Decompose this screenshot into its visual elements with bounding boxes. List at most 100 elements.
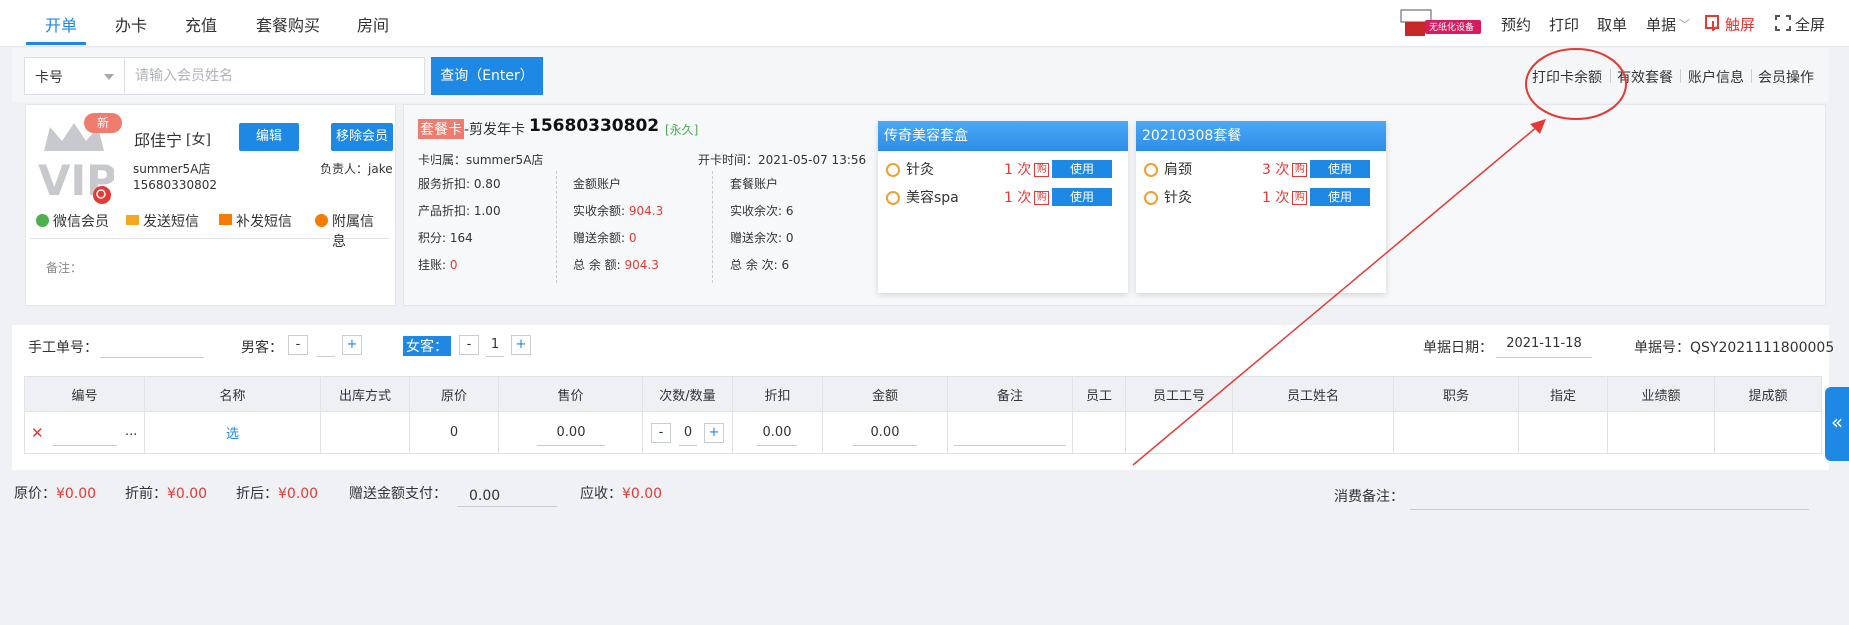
- service-discount: 服务折扣: 0.80: [418, 177, 501, 191]
- documents-menu[interactable]: 单据: [1646, 14, 1676, 35]
- package-item: 针灸 1 次购 使用: [1144, 187, 1378, 209]
- column-header: 名称: [144, 376, 321, 412]
- total-remaining-times: 总 余 次: 6: [730, 258, 790, 272]
- amount-input[interactable]: 0.00: [853, 420, 917, 446]
- amount-due: 应收：¥0.00: [580, 486, 663, 502]
- fullscreen-link[interactable]: 全屏: [1795, 14, 1825, 35]
- package-item-count: 1 次购: [1004, 159, 1050, 179]
- performance-cell: [1607, 411, 1715, 454]
- use-button[interactable]: 使用: [1052, 160, 1112, 178]
- post-discount-total: 折后：¥0.00: [236, 486, 319, 502]
- quantity-cell: - 0 +: [642, 411, 733, 454]
- buy-tag: 购: [1292, 163, 1308, 177]
- package-item-name: 美容spa: [906, 190, 959, 206]
- tab-recharge[interactable]: 充值: [185, 12, 217, 36]
- touch-icon: [1705, 15, 1721, 32]
- search-type-select[interactable]: 卡号: [24, 57, 124, 95]
- member-operations-link[interactable]: 会员操作: [1758, 67, 1814, 87]
- card-type-tag: 套餐卡: [418, 119, 464, 139]
- gift-remaining-times: 赠送余次: 0: [730, 231, 794, 245]
- original-price-cell: 0: [409, 411, 499, 454]
- remove-member-button[interactable]: 移除会员: [331, 123, 393, 151]
- package-item-count: 1 次购: [1004, 187, 1050, 207]
- package-item: 美容spa 1 次购 使用: [886, 187, 1120, 209]
- delete-row-icon[interactable]: ✕: [31, 424, 44, 442]
- qty-minus-button[interactable]: -: [651, 423, 671, 443]
- owner-label: 负责人：jake: [320, 162, 393, 176]
- female-count-field[interactable]: 1: [486, 337, 504, 357]
- gift-payment-input[interactable]: 0.00: [457, 481, 557, 507]
- use-button[interactable]: 使用: [1310, 160, 1370, 178]
- table-header-row: 编号 名称 出库方式 原价 售价 次数/数量 折扣 金额 备注 员工 员工工号 …: [24, 376, 1822, 412]
- package-item-count: 1 次购: [1262, 187, 1308, 207]
- package-item: 肩颈 3 次购 使用: [1144, 159, 1378, 181]
- column-header: 员工: [1072, 376, 1126, 412]
- consumption-remark-input[interactable]: [1410, 486, 1809, 510]
- item-code-input[interactable]: [53, 420, 117, 446]
- choose-item-link[interactable]: 选: [144, 411, 321, 454]
- new-member-badge: 新: [84, 113, 122, 133]
- wechat-member-link[interactable]: 微信会员: [53, 211, 109, 231]
- valid-packages-link[interactable]: 有效套餐: [1617, 67, 1673, 87]
- touch-screen-link[interactable]: 触屏: [1725, 14, 1755, 35]
- qty-plus-button[interactable]: +: [704, 423, 724, 443]
- edit-member-button[interactable]: 编辑: [239, 123, 299, 151]
- card-type-name: -剪发年卡: [464, 122, 526, 138]
- resend-sms-link[interactable]: 补发短信: [236, 211, 292, 231]
- row-remark-input[interactable]: [954, 420, 1066, 446]
- card-validity: [永久]: [665, 123, 699, 137]
- total-balance: 总 余 额: 904.3: [573, 258, 659, 272]
- male-plus-button[interactable]: +: [342, 335, 362, 355]
- product-discount: 产品折扣: 1.00: [418, 204, 501, 218]
- male-minus-button[interactable]: -: [288, 335, 308, 355]
- sale-price-input[interactable]: 0.00: [537, 420, 605, 446]
- tab-card-issue[interactable]: 办卡: [115, 12, 147, 36]
- tab-room[interactable]: 房间: [357, 12, 389, 36]
- package-title: 传奇美容套盒: [878, 121, 1128, 151]
- take-order-link[interactable]: 取单: [1597, 14, 1627, 35]
- tab-billing[interactable]: 开单: [45, 12, 77, 36]
- manual-no-input[interactable]: [100, 338, 204, 358]
- discount-cell: 0.00: [732, 411, 823, 454]
- female-minus-button[interactable]: -: [459, 335, 479, 355]
- service-icon: [1144, 163, 1158, 177]
- side-panel-toggle[interactable]: «: [1825, 387, 1849, 461]
- use-button[interactable]: 使用: [1310, 188, 1370, 206]
- attached-info-link[interactable]: 附属信息: [332, 211, 386, 251]
- member-phone: 15680330802: [133, 178, 217, 192]
- female-plus-button[interactable]: +: [511, 335, 531, 355]
- buy-tag: 购: [1034, 191, 1050, 205]
- print-link[interactable]: 打印: [1549, 14, 1579, 35]
- divider: [712, 171, 713, 283]
- column-header: 编号: [24, 376, 145, 412]
- column-header: 折扣: [732, 376, 823, 412]
- column-header: 出库方式: [320, 376, 410, 412]
- male-count-field[interactable]: [317, 337, 335, 357]
- card-belong: 卡归属：summer5A店: [418, 153, 544, 167]
- send-sms-link[interactable]: 发送短信: [143, 211, 199, 231]
- query-button[interactable]: 查询（Enter）: [431, 57, 543, 95]
- consumption-remark-label: 消费备注：: [1334, 489, 1404, 505]
- account-info-link[interactable]: 账户信息: [1688, 67, 1744, 87]
- gift-balance: 赠送余额: 0: [573, 231, 637, 245]
- column-header: 提成额: [1714, 376, 1822, 412]
- column-header: 员工姓名: [1232, 376, 1394, 412]
- qty-input[interactable]: 0: [679, 420, 697, 446]
- discount-input[interactable]: 0.00: [757, 420, 797, 446]
- male-guest-label: 男客：: [241, 340, 283, 356]
- tab-package-purchase[interactable]: 套餐购买: [256, 12, 320, 36]
- mail-icon: [126, 215, 139, 225]
- date-field[interactable]: 2021-11-18: [1496, 336, 1592, 358]
- position-cell: [1393, 411, 1519, 454]
- print-card-balance-link[interactable]: 打印卡余额: [1532, 67, 1602, 87]
- member-store: summer5A店: [133, 162, 211, 176]
- package-account-title: 套餐账户: [730, 177, 779, 191]
- top-nav: 开单 办卡 充值 套餐购买 房间 无纸化设备 预约 打印 取单 单据 ﹀ 触屏 …: [0, 0, 1849, 47]
- more-icon[interactable]: ...: [125, 424, 137, 439]
- staff-name-cell: [1232, 411, 1394, 454]
- member-search-input[interactable]: [124, 57, 425, 95]
- package-item: 针灸 1 次购 使用: [886, 159, 1120, 181]
- appointment-link[interactable]: 预约: [1501, 14, 1531, 35]
- use-button[interactable]: 使用: [1052, 188, 1112, 206]
- paperless-device-badge[interactable]: 无纸化设备: [1399, 8, 1483, 38]
